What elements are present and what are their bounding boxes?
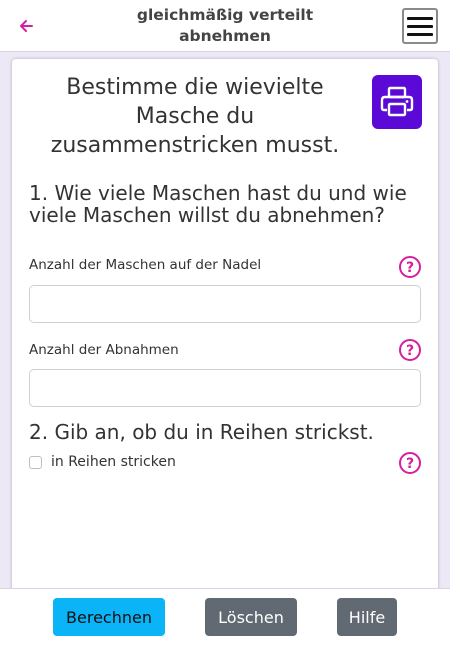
menu-button[interactable] — [402, 8, 438, 44]
calculate-button[interactable]: Berechnen — [53, 598, 165, 636]
print-button[interactable] — [372, 75, 422, 129]
svg-text:?: ? — [406, 456, 414, 472]
help-icon[interactable]: ? — [398, 255, 422, 279]
back-button[interactable] — [14, 14, 38, 38]
hamburger-menu-icon — [407, 16, 433, 20]
rows-checkbox-label: in Reihen stricken — [51, 454, 176, 470]
decreases-input[interactable] — [29, 369, 421, 407]
calculator-card: Bestimme die wievielte Masche du zusamme… — [12, 59, 438, 604]
printer-icon — [380, 86, 414, 117]
bottom-bar: Berechnen Löschen Hilfe — [0, 588, 450, 650]
rows-checkbox[interactable] — [29, 456, 42, 469]
section2-heading: 2. Gib an, ob du in Reihen strickst. — [29, 420, 374, 444]
svg-text:?: ? — [406, 260, 414, 276]
svg-text:?: ? — [406, 343, 414, 359]
arrow-left-icon — [20, 20, 33, 32]
stitches-label: Anzahl der Maschen auf der Nadel — [29, 257, 262, 273]
help-icon[interactable]: ? — [398, 451, 422, 475]
clear-button[interactable]: Löschen — [205, 598, 297, 636]
page-title: gleichmäßig verteilt abnehmen — [136, 6, 314, 45]
hamburger-bar — [407, 32, 433, 36]
help-button[interactable]: Hilfe — [337, 598, 397, 636]
section1-heading: 1. Wie viele Maschen hast du und wie vie… — [29, 181, 407, 227]
stitches-input[interactable] — [29, 285, 421, 323]
hamburger-bar — [407, 24, 433, 28]
decreases-label: Anzahl der Abnahmen — [29, 342, 179, 358]
help-icon[interactable]: ? — [398, 338, 422, 362]
card-title: Bestimme die wievielte Masche du zusamme… — [50, 75, 340, 158]
top-bar: gleichmäßig verteilt abnehmen — [0, 0, 450, 52]
